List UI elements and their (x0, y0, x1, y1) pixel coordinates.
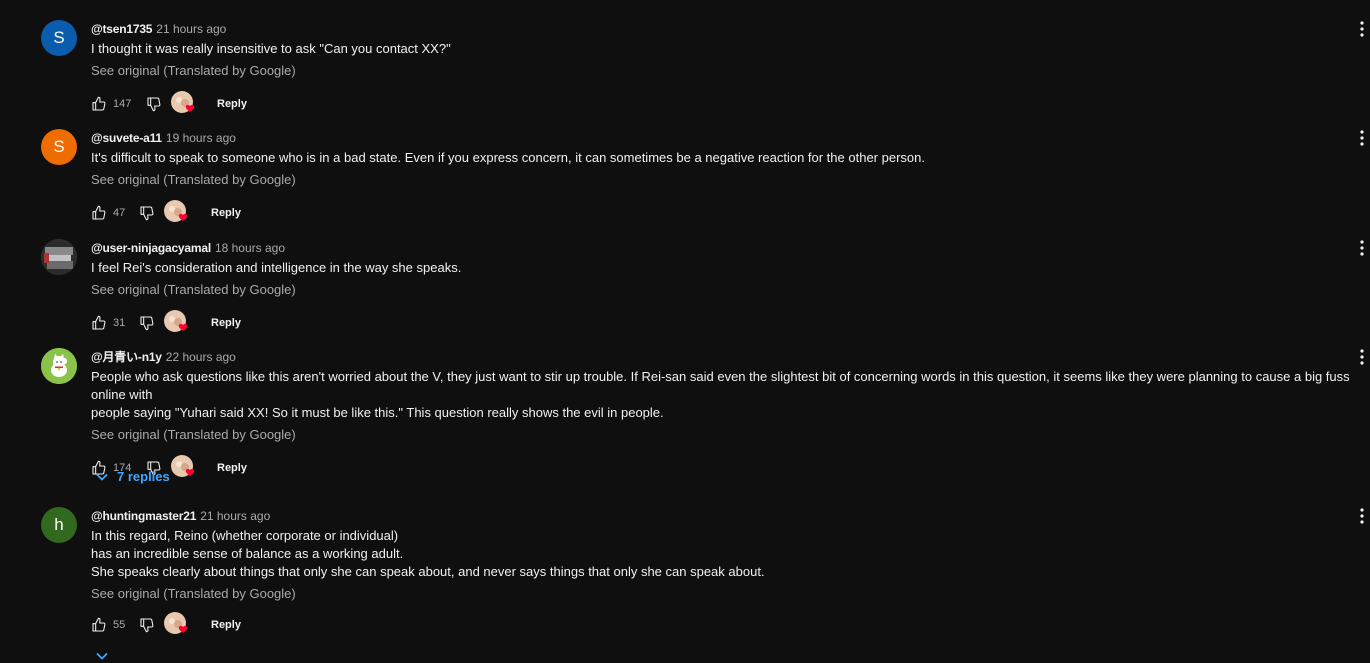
avatar-letter: h (54, 515, 64, 534)
reply-button[interactable]: Reply (217, 460, 247, 476)
action-bar: 47 Reply (91, 199, 1370, 227)
avatar-letter: S (53, 28, 65, 47)
see-original-link[interactable]: See original (Translated by Google) (91, 426, 1370, 444)
author-name[interactable]: @suvete-a11 (91, 131, 162, 145)
creator-heart-icon (171, 455, 195, 477)
more-vert-icon[interactable] (1356, 20, 1368, 38)
chevron-down-icon (96, 473, 108, 481)
creator-heart-icon (164, 612, 188, 634)
chevron-down-icon[interactable] (95, 649, 109, 663)
action-bar: 147 Reply (91, 90, 1370, 118)
avatar[interactable]: S (41, 20, 77, 56)
lucky-cat-icon (41, 348, 77, 384)
user-photo-icon (41, 239, 77, 275)
avatar-letter: S (53, 137, 65, 156)
comment-text: It's difficult to speak to someone who i… (91, 150, 925, 165)
comment-text: I thought it was really insensitive to a… (91, 41, 451, 56)
action-bar: 31 Reply (91, 309, 1370, 337)
creator-heart-icon (164, 200, 188, 222)
replies-count-label: 7 replies (117, 469, 170, 484)
reply-button[interactable]: Reply (211, 315, 241, 331)
thumbs-up-icon[interactable] (91, 315, 107, 331)
like-count: 147 (113, 98, 132, 110)
thumbs-up-icon[interactable] (91, 617, 107, 633)
comment-header: @tsen1735 21 hours ago (91, 20, 1370, 38)
more-vert-icon[interactable] (1356, 239, 1368, 257)
thumbs-down-icon[interactable] (146, 96, 162, 112)
thumbs-down-icon[interactable] (139, 315, 155, 331)
reply-button[interactable]: Reply (217, 96, 247, 112)
reply-button[interactable]: Reply (211, 617, 241, 633)
timestamp[interactable]: 19 hours ago (166, 131, 236, 145)
more-vert-icon[interactable] (1356, 507, 1368, 525)
see-original-link[interactable]: See original (Translated by Google) (91, 281, 1370, 299)
action-bar: 55 Reply (91, 611, 1370, 639)
reply-button[interactable]: Reply (211, 205, 241, 221)
comment-header: @user-ninjagacyamal 18 hours ago (91, 239, 1370, 257)
more-vert-icon[interactable] (1356, 348, 1368, 366)
thumbs-up-icon[interactable] (91, 205, 107, 221)
thumbs-down-icon[interactable] (139, 617, 155, 633)
thumbs-up-icon[interactable] (91, 96, 107, 112)
see-original-link[interactable]: See original (Translated by Google) (91, 62, 1370, 80)
more-vert-icon[interactable] (1356, 129, 1368, 147)
author-name[interactable]: @user-ninjagacyamal (91, 241, 211, 255)
avatar[interactable]: S (41, 129, 77, 165)
avatar[interactable] (41, 239, 77, 275)
comment-header: @月青い-n1y 22 hours ago (91, 348, 1370, 366)
timestamp[interactable]: 21 hours ago (156, 22, 226, 36)
thumbs-down-icon[interactable] (139, 205, 155, 221)
see-original-link[interactable]: See original (Translated by Google) (91, 585, 1370, 603)
timestamp[interactable]: 22 hours ago (166, 350, 236, 364)
like-count: 31 (113, 317, 126, 329)
action-bar: 174 Reply (91, 454, 1370, 482)
author-name[interactable]: @月青い-n1y (91, 350, 162, 364)
comment-text: In this regard, Reino (whether corporate… (91, 528, 765, 579)
author-name[interactable]: @huntingmaster21 (91, 509, 196, 523)
like-count: 55 (113, 619, 126, 631)
avatar[interactable] (41, 348, 77, 384)
author-name[interactable]: @tsen1735 (91, 22, 152, 36)
comment-text: People who ask questions like this aren'… (91, 369, 1350, 420)
timestamp[interactable]: 21 hours ago (200, 509, 270, 523)
comment-header: @suvete-a11 19 hours ago (91, 129, 1370, 147)
creator-heart-icon (164, 310, 188, 332)
like-count: 47 (113, 207, 126, 219)
comment-text: I feel Rei's consideration and intellige… (91, 260, 462, 275)
timestamp[interactable]: 18 hours ago (215, 241, 285, 255)
see-original-link[interactable]: See original (Translated by Google) (91, 171, 1370, 189)
creator-heart-icon (171, 91, 195, 113)
view-replies-button[interactable]: 7 replies (95, 469, 170, 484)
avatar[interactable]: h (41, 507, 77, 543)
comment-header: @huntingmaster21 21 hours ago (91, 507, 1370, 525)
